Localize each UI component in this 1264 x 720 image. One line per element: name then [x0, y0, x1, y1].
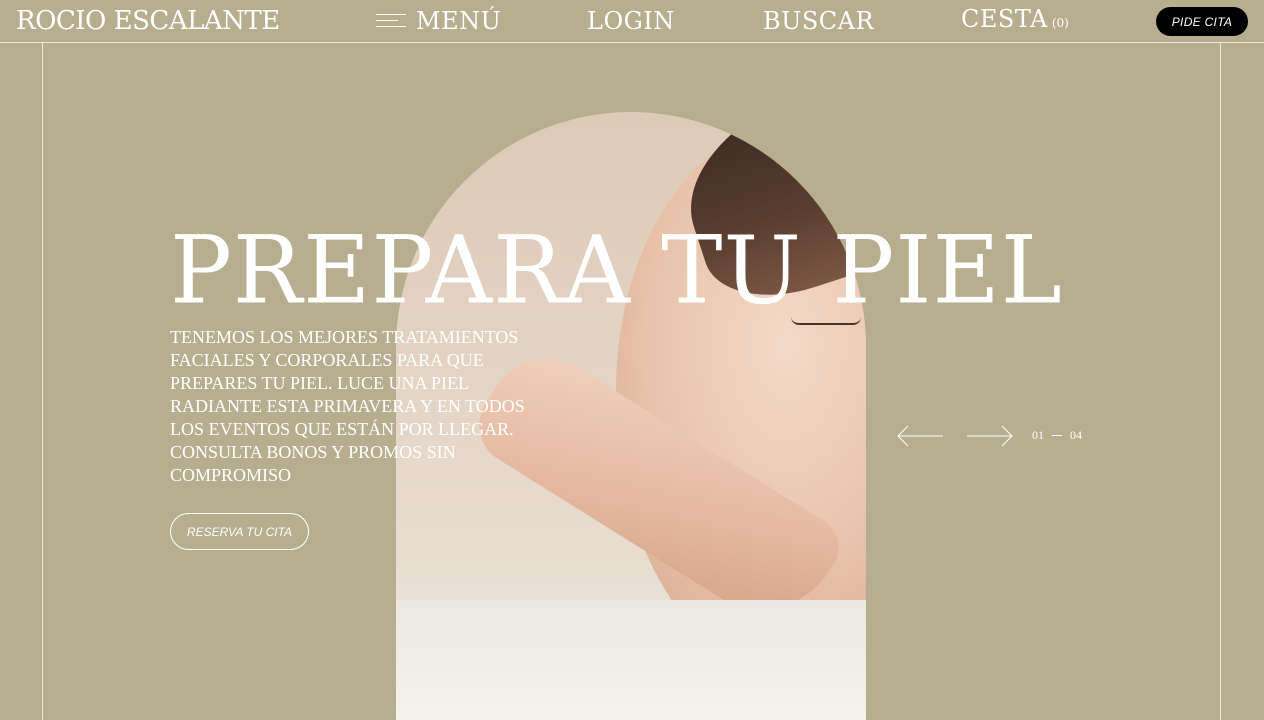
book-appointment-button[interactable]: PIDE CITA	[1156, 7, 1248, 36]
arrow-right-icon	[967, 425, 1013, 447]
site-header: ROCIO ESCALANTE MENÚ LOGIN BUSCAR CESTA(…	[0, 0, 1264, 42]
arrow-left-icon	[897, 425, 943, 447]
header-divider	[0, 42, 1264, 43]
slider-total: 04	[1070, 428, 1082, 442]
slider-counter: 01 04	[1032, 428, 1082, 443]
hero-title: PREPARA TU PIEL	[170, 215, 1063, 326]
slider-counter-dash	[1052, 435, 1062, 436]
menu-button[interactable]: MENÚ	[376, 6, 501, 36]
slider-current: 01	[1032, 428, 1044, 442]
frame-line-left	[42, 43, 43, 720]
hero-shirt-shape	[396, 600, 866, 720]
hamburger-icon	[376, 12, 406, 30]
hero-description: TENEMOS LOS MEJORES TRATAMIENTOS FACIALE…	[170, 327, 525, 485]
reserve-appointment-button[interactable]: RESERVA TU CITA	[170, 513, 309, 550]
slider-next-button[interactable]	[966, 425, 1014, 451]
slider-prev-button[interactable]	[896, 425, 944, 451]
cart-count: (0)	[1051, 16, 1069, 30]
menu-label: MENÚ	[416, 7, 502, 35]
cart-link[interactable]: CESTA (0)	[961, 4, 1069, 38]
search-link[interactable]: BUSCAR	[763, 6, 874, 36]
cart-label: CESTA	[961, 5, 1048, 33]
login-link[interactable]: LOGIN	[587, 6, 675, 36]
frame-line-right	[1220, 43, 1221, 720]
brand-logo[interactable]: ROCIO ESCALANTE	[16, 4, 280, 38]
